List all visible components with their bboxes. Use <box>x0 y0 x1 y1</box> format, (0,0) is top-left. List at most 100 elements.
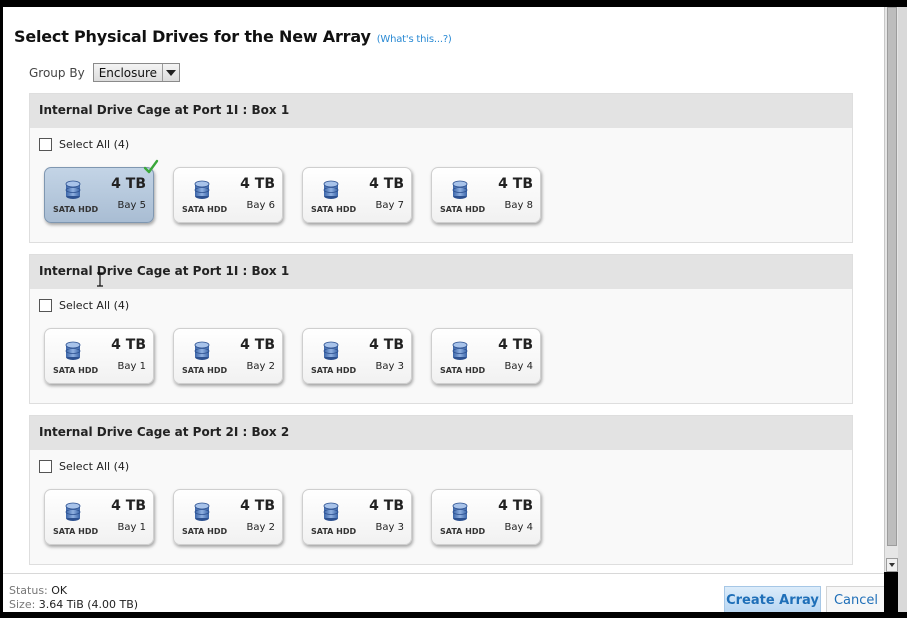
drive-bay: Bay 1 <box>117 361 146 372</box>
drive-type: SATA HDD <box>182 205 228 214</box>
scrollbar-thumb[interactable] <box>887 7 897 546</box>
select-all-checkbox[interactable]: Select All (4) <box>39 138 129 151</box>
status-label: Status: <box>9 584 48 597</box>
select-all-label: Select All (4) <box>59 460 130 473</box>
drive-type: SATA HDD <box>440 205 486 214</box>
new-array-dialog: Select Physical Drives for the New Array… <box>3 7 884 612</box>
group-by-value: Enclosure <box>98 65 158 80</box>
drive-type: SATA HDD <box>53 366 99 375</box>
drive-type: SATA HDD <box>311 366 357 375</box>
drive-list: SATA HDD 4 TB Bay 1 SATA HDD 4 TB Bay 2 SATA H… <box>44 489 560 545</box>
select-all-label: Select All (4) <box>59 138 130 151</box>
checkmark-icon <box>143 159 159 174</box>
drive-type: SATA HDD <box>53 205 99 214</box>
vertical-scrollbar[interactable] <box>884 7 899 572</box>
hard-drive-icon <box>452 180 468 200</box>
drive-tile[interactable]: SATA HDD 4 TB Bay 2 <box>173 328 283 384</box>
hard-drive-icon <box>194 341 210 361</box>
hard-drive-icon <box>194 180 210 200</box>
checkbox-icon[interactable] <box>39 299 52 312</box>
drive-capacity: 4 TB <box>498 337 533 353</box>
drive-tile[interactable]: SATA HDD 4 TB Bay 6 <box>173 167 283 223</box>
drive-tile[interactable]: SATA HDD 4 TB Bay 3 <box>302 489 412 545</box>
dialog-title-text: Select Physical Drives for the New Array <box>14 27 371 46</box>
drive-tile[interactable]: SATA HDD 4 TB Bay 3 <box>302 328 412 384</box>
drive-bay: Bay 8 <box>504 200 533 211</box>
drive-capacity: 4 TB <box>498 176 533 192</box>
drive-type: SATA HDD <box>311 527 357 536</box>
size-label: Size: <box>9 598 36 611</box>
drive-capacity: 4 TB <box>240 498 275 514</box>
drive-tile[interactable]: SATA HDD 4 TB Bay 8 <box>431 167 541 223</box>
hard-drive-icon <box>323 341 339 361</box>
drive-bay: Bay 3 <box>375 522 404 533</box>
drive-list: SATA HDD 4 TB Bay 1 SATA HDD 4 TB Bay 2 SATA H… <box>44 328 560 384</box>
status-value: OK <box>51 584 68 597</box>
text-cursor-icon <box>97 272 103 287</box>
select-all-label: Select All (4) <box>59 299 130 312</box>
drive-tile[interactable]: SATA HDD 4 TB Bay 5 <box>44 159 159 223</box>
drive-capacity: 4 TB <box>369 498 404 514</box>
hard-drive-icon <box>65 180 81 200</box>
drive-capacity: 4 TB <box>240 337 275 353</box>
drive-capacity: 4 TB <box>498 498 533 514</box>
drive-capacity: 4 TB <box>369 337 404 353</box>
hard-drive-icon <box>323 502 339 522</box>
drive-tile[interactable]: SATA HDD 4 TB Bay 1 <box>44 489 154 545</box>
dialog-footer: Status: OK Size: 3.64 TiB (4.00 TB) Crea… <box>3 573 884 612</box>
size-value: 3.64 TiB (4.00 TB) <box>38 598 139 611</box>
drive-type: SATA HDD <box>440 366 486 375</box>
drive-type: SATA HDD <box>182 366 228 375</box>
drive-bay: Bay 4 <box>504 522 533 533</box>
drive-bay: Bay 7 <box>375 200 404 211</box>
window-edge <box>898 7 907 612</box>
hard-drive-icon <box>323 180 339 200</box>
group-by-label: Group By <box>29 65 85 80</box>
drive-bay: Bay 2 <box>246 522 275 533</box>
drive-bay: Bay 4 <box>504 361 533 372</box>
create-array-button[interactable]: Create Array <box>724 586 821 612</box>
group-by-select[interactable]: Enclosure <box>92 63 181 82</box>
drive-tile[interactable]: SATA HDD 4 TB Bay 1 <box>44 328 154 384</box>
drive-group: Internal Drive Cage at Port 1I : Box 1 Se… <box>29 93 853 243</box>
drive-tile[interactable]: SATA HDD 4 TB Bay 2 <box>173 489 283 545</box>
drive-bay: Bay 3 <box>375 361 404 372</box>
drive-capacity: 4 TB <box>369 176 404 192</box>
drive-type: SATA HDD <box>182 527 228 536</box>
drive-list: SATA HDD 4 TB Bay 5 SATA HDD 4 TB Bay 6 SATA H… <box>44 159 560 223</box>
drive-capacity: 4 TB <box>111 337 146 353</box>
drive-tile[interactable]: SATA HDD 4 TB Bay 4 <box>431 489 541 545</box>
scroll-down-arrow-icon[interactable] <box>886 558 898 572</box>
group-by-control: Group By Enclosure <box>29 63 181 82</box>
drive-type: SATA HDD <box>53 527 99 536</box>
drive-tile[interactable]: SATA HDD 4 TB Bay 4 <box>431 328 541 384</box>
drive-type: SATA HDD <box>440 527 486 536</box>
checkbox-icon[interactable] <box>39 138 52 151</box>
drive-group-header: Internal Drive Cage at Port 2I : Box 2 <box>30 416 852 450</box>
whats-this-link[interactable]: (What's this...?) <box>377 34 452 45</box>
drive-capacity: 4 TB <box>111 176 146 192</box>
select-all-checkbox[interactable]: Select All (4) <box>39 460 129 473</box>
cancel-button[interactable]: Cancel <box>826 586 884 612</box>
drive-group-header: Internal Drive Cage at Port 1I : Box 1 <box>30 94 852 128</box>
checkbox-icon[interactable] <box>39 460 52 473</box>
drive-group: Internal Drive Cage at Port 1I : Box 1 Se… <box>29 254 853 404</box>
hard-drive-icon <box>452 341 468 361</box>
drive-bay: Bay 2 <box>246 361 275 372</box>
dropdown-arrow-icon[interactable] <box>162 64 179 81</box>
drive-bay: Bay 1 <box>117 522 146 533</box>
drive-bay: Bay 5 <box>117 200 146 211</box>
hard-drive-icon <box>65 502 81 522</box>
drive-tile[interactable]: SATA HDD 4 TB Bay 7 <box>302 167 412 223</box>
hard-drive-icon <box>194 502 210 522</box>
dialog-title: Select Physical Drives for the New Array… <box>14 27 452 46</box>
hard-drive-icon <box>452 502 468 522</box>
status-summary: Status: OK Size: 3.64 TiB (4.00 TB) <box>9 584 138 612</box>
drive-group: Internal Drive Cage at Port 2I : Box 2 Se… <box>29 415 853 565</box>
drive-type: SATA HDD <box>311 205 357 214</box>
drive-capacity: 4 TB <box>240 176 275 192</box>
select-all-checkbox[interactable]: Select All (4) <box>39 299 129 312</box>
hard-drive-icon <box>65 341 81 361</box>
drive-group-header: Internal Drive Cage at Port 1I : Box 1 <box>30 255 852 289</box>
drive-bay: Bay 6 <box>246 200 275 211</box>
